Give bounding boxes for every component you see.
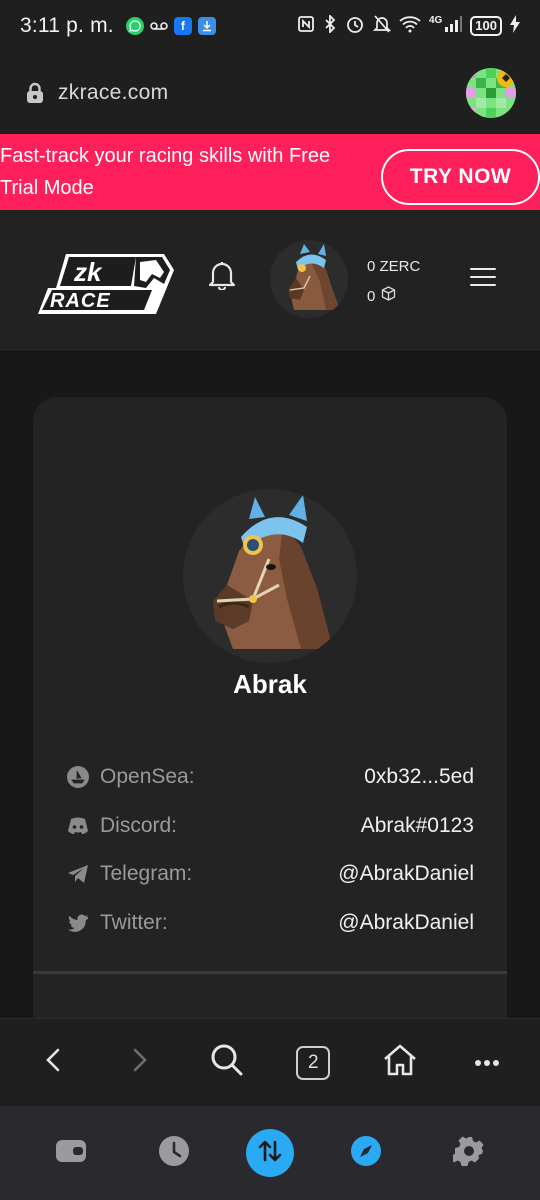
telegram-icon: [66, 862, 90, 886]
search-icon: [210, 1043, 244, 1082]
gear-icon: [449, 1135, 485, 1172]
wifi-icon: [399, 15, 421, 38]
swap-arrows-icon: [257, 1138, 283, 1169]
clock-icon: [158, 1135, 190, 1172]
hamburger-menu-icon[interactable]: [470, 268, 496, 288]
more-dots-icon: [474, 1054, 500, 1072]
tab-count: 2: [296, 1045, 331, 1080]
profile-name: Abrak: [233, 669, 307, 699]
opensea-label: OpenSea:: [100, 765, 195, 788]
twitter-row[interactable]: Twitter: @AbrakDaniel: [66, 908, 474, 938]
nfc-icon: [297, 15, 315, 38]
telegram-label: Telegram:: [100, 862, 193, 885]
tabs-button[interactable]: 2: [285, 1035, 341, 1091]
promo-text: Fast-track your racing skills with Free …: [0, 145, 331, 199]
charging-icon: [510, 14, 520, 38]
more-options-button[interactable]: [459, 1035, 515, 1091]
user-horse-avatar[interactable]: [270, 240, 348, 318]
swap-nav-button[interactable]: [245, 1129, 294, 1177]
discord-row[interactable]: Discord: Abrak#0123: [66, 811, 474, 841]
wallet-avatar[interactable]: [466, 68, 516, 118]
home-icon: [382, 1043, 418, 1082]
back-button[interactable]: [25, 1035, 81, 1091]
opensea-icon: [66, 765, 90, 789]
balance-panel[interactable]: 0 ZERC 0: [367, 252, 420, 312]
status-time: 3:11 p. m.: [20, 14, 114, 37]
opensea-value[interactable]: 0xb32...5ed: [364, 765, 474, 789]
system-icons: 4G 100: [297, 13, 520, 39]
browser-address-bar[interactable]: zkrace.com: [0, 52, 540, 134]
app-header: zk RACE 0 ZERC 0: [0, 210, 540, 350]
discord-label: Discord:: [100, 814, 178, 837]
battery-indicator: 100: [470, 16, 502, 36]
bluetooth-icon: [323, 13, 337, 38]
profile-card: Abrak OpenSea: 0xb32...5ed Discord: Abra…: [33, 397, 507, 1037]
browser-nav-button[interactable]: [336, 1123, 396, 1183]
card-divider: [33, 971, 507, 974]
main-content: Abrak OpenSea: 0xb32...5ed Discord: Abra…: [0, 350, 540, 1037]
browser-toolbar: 2: [0, 1018, 540, 1106]
profile-horse-avatar: [183, 489, 357, 663]
zkrace-logo[interactable]: zk RACE: [36, 248, 176, 320]
search-button[interactable]: [199, 1035, 255, 1091]
facebook-icon: f: [173, 17, 192, 35]
voicemail-icon: [150, 17, 168, 35]
try-now-button[interactable]: TRY NOW: [381, 149, 540, 205]
status-bar: 3:11 p. m. f 4G 100: [0, 0, 540, 52]
network-type: 4G: [428, 14, 443, 26]
bell-icon[interactable]: [208, 260, 236, 292]
history-nav-button[interactable]: [144, 1123, 204, 1183]
zerc-balance: 0 ZERC: [367, 258, 421, 275]
forward-button[interactable]: [112, 1035, 168, 1091]
promo-banner: Fast-track your racing skills with Free …: [0, 134, 540, 210]
cube-balance: 0: [367, 288, 376, 305]
discord-icon: [66, 814, 90, 838]
opensea-row[interactable]: OpenSea: 0xb32...5ed: [66, 762, 474, 792]
chevron-right-icon: [131, 1047, 149, 1078]
telegram-value[interactable]: @AbrakDaniel: [338, 862, 474, 886]
twitter-icon: [66, 911, 90, 935]
signal-icon: [444, 15, 463, 38]
cube-icon: [381, 282, 396, 312]
alarm-icon: [345, 14, 365, 39]
whatsapp-icon: [125, 17, 144, 35]
download-icon: [197, 17, 216, 35]
wallet-bottom-nav: [0, 1106, 540, 1200]
wallet-icon: [55, 1138, 87, 1169]
twitter-label: Twitter:: [100, 911, 168, 934]
logo-text-race: RACE: [50, 290, 111, 312]
chevron-left-icon: [44, 1047, 62, 1078]
discord-value[interactable]: Abrak#0123: [361, 814, 474, 838]
mute-bell-icon: [372, 14, 392, 39]
url-text[interactable]: zkrace.com: [58, 81, 168, 105]
telegram-row[interactable]: Telegram: @AbrakDaniel: [66, 859, 474, 889]
lock-icon[interactable]: [24, 82, 46, 104]
notification-icons: f: [125, 17, 216, 35]
home-button[interactable]: [372, 1035, 428, 1091]
twitter-value[interactable]: @AbrakDaniel: [338, 911, 474, 935]
logo-text-zk: zk: [73, 257, 103, 287]
wallet-nav-button[interactable]: [41, 1123, 101, 1183]
settings-nav-button[interactable]: [439, 1123, 499, 1183]
compass-icon: [350, 1135, 382, 1172]
